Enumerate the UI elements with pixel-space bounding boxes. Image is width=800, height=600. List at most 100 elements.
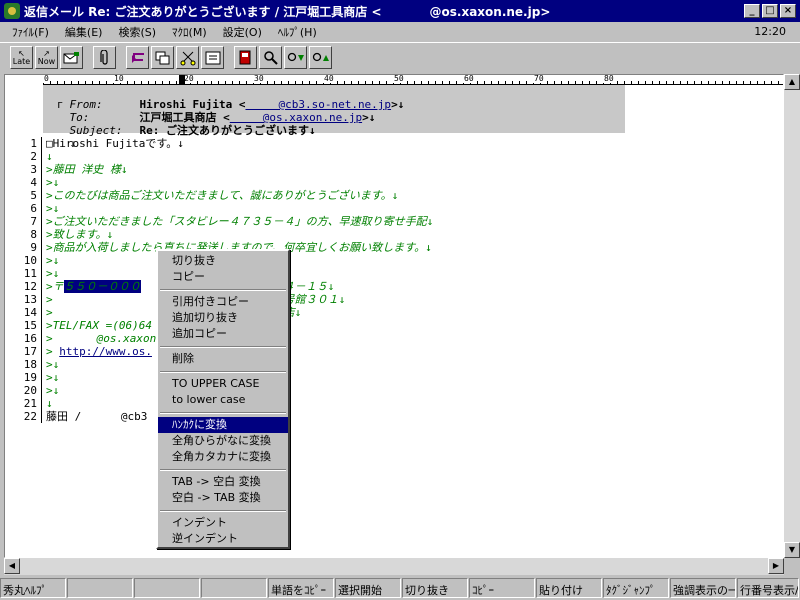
status-bar: 秀丸ﾍﾙﾌﾟ 単語をｺﾋﾟｰ 選択開始 切り抜き ｺﾋﾟｰ 貼り付け ﾀｸﾞｼﾞ… (0, 578, 800, 600)
status-select-start[interactable]: 選択開始 (335, 578, 401, 598)
search-down-button[interactable] (284, 46, 307, 69)
line-number: 10 (23, 254, 37, 267)
status-copy-word[interactable]: 単語をｺﾋﾟｰ (268, 578, 334, 598)
line-number-divider (41, 319, 42, 332)
line-number: 16 (23, 332, 37, 345)
hidemaru-app-icon[interactable] (4, 3, 20, 19)
ruler-tick: 40 (323, 74, 335, 83)
ctx-to-lower[interactable]: to lower case (158, 392, 288, 408)
ctx-tab-to-space[interactable]: TAB -> 空白 変換 (158, 474, 288, 490)
menu-macro[interactable]: ﾏｸﾛ(M) (164, 24, 215, 40)
ctx-to-hankaku[interactable]: ﾊﾝｶｸに変換 (158, 417, 288, 433)
status-cut[interactable]: 切り抜き (402, 578, 468, 598)
text-line[interactable]: 4 >↓ (5, 176, 783, 189)
ctx-append-copy[interactable]: 追加コピー (158, 326, 288, 342)
ctx-separator (158, 408, 288, 417)
url-link[interactable]: http://www.os. (59, 345, 152, 358)
late-button[interactable]: ↖ Late (10, 46, 33, 69)
text-editor[interactable]: 0 10 20 30 40 50 60 70 80 г From: Hiroshi … (4, 74, 784, 558)
maximize-button[interactable]: □ (762, 4, 778, 18)
vertical-scrollbar[interactable]: ▲ ▼ (784, 74, 800, 558)
now-button[interactable]: ↗ Now (35, 46, 58, 69)
ctx-to-zenkaku-hiragana[interactable]: 全角ひらがなに変換 (158, 433, 288, 449)
line-number: 4 (30, 176, 37, 189)
text-line[interactable]: 13 > ビル２号館３０１↓ (5, 293, 783, 306)
menu-settings[interactable]: 設定(O) (215, 24, 270, 40)
text-line[interactable]: 11 >↓ (5, 267, 783, 280)
status-empty-3[interactable] (201, 578, 267, 598)
search-icon (263, 50, 278, 65)
ctx-unindent[interactable]: 逆インデント (158, 531, 288, 547)
ctx-quote-copy[interactable]: 引用付きコピー (158, 294, 288, 310)
header-to-line: To: 江戸堀工具商店 < @os.xaxon.ne.jp>↓ (5, 98, 783, 124)
line-text: >致します。↓ (46, 228, 114, 241)
menu-edit[interactable]: 編集(E) (57, 24, 111, 40)
text-line[interactable]: 6 >↓ (5, 202, 783, 215)
text-line[interactable]: 16 > @os.xaxon (5, 332, 783, 345)
status-empty-2[interactable] (134, 578, 200, 598)
status-help[interactable]: 秀丸ﾍﾙﾌﾟ (0, 578, 66, 598)
status-tag-jump[interactable]: ﾀｸﾞｼﾞｬﾝﾌﾟ (603, 578, 669, 598)
now-icon: ↗ Now (37, 48, 56, 66)
text-line[interactable]: 2 ↓ (5, 150, 783, 163)
menu-file[interactable]: ﾌｧｲﾙ(F) (4, 24, 57, 40)
paste-button[interactable] (201, 46, 224, 69)
status-line-number[interactable]: 行番号表示/ (737, 578, 799, 598)
ctx-delete[interactable]: 削除 (158, 351, 288, 367)
copy-button[interactable] (151, 46, 174, 69)
text-line[interactable]: 20 >↓ (5, 384, 783, 397)
text-line[interactable]: 3 >藤田 洋史 様↓ (5, 163, 783, 176)
line-number: 12 (23, 280, 37, 293)
open-file-button[interactable] (234, 46, 257, 69)
scroll-left-button[interactable]: ◀ (4, 558, 20, 574)
ctx-space-to-tab[interactable]: 空白 -> TAB 変換 (158, 490, 288, 506)
status-empty-1[interactable] (67, 578, 133, 598)
text-line[interactable]: 12>〒５５０－０００ 堀１－２４－１５↓ (5, 280, 783, 293)
search-button[interactable] (259, 46, 282, 69)
undo-button[interactable] (126, 46, 149, 69)
text-line[interactable]: 1 □Hiroshi Fujitaです。↓ (5, 137, 783, 150)
text-line[interactable]: 22 藤田 / @cb3 (5, 410, 783, 423)
menu-help[interactable]: ﾍﾙﾌﾟ(H) (270, 24, 325, 40)
line-text: >↓ (46, 358, 60, 371)
menu-search[interactable]: 検索(S) (110, 24, 164, 40)
text-line[interactable]: 17> http://www.os. ↓ (5, 345, 783, 358)
scroll-down-button[interactable]: ▼ (784, 542, 800, 558)
text-line[interactable]: 10 >↓ (5, 254, 783, 267)
status-paste[interactable]: 貼り付け (536, 578, 602, 598)
close-button[interactable]: × (780, 4, 796, 18)
mail-send-button[interactable] (60, 46, 83, 69)
status-copy[interactable]: ｺﾋﾟｰ (469, 578, 535, 598)
title-bar[interactable]: 返信メール Re: ご注文ありがとうございます / 江戸堀工具商店 < @os.… (0, 0, 800, 22)
scroll-right-button[interactable]: ▶ (768, 558, 784, 574)
text-line[interactable]: 19 >↓ (5, 371, 783, 384)
ctx-to-zenkaku-katakana[interactable]: 全角カタカナに変換 (158, 449, 288, 465)
line-text: 藤田 / @cb3 (46, 410, 148, 423)
text-line[interactable]: 21 ↓ (5, 397, 783, 410)
text-line[interactable]: 5 >このたびは商品ご注文いただきまして、誠にありがとうございます。↓ (5, 189, 783, 202)
attach-button[interactable] (93, 46, 116, 69)
ctx-indent[interactable]: インデント (158, 515, 288, 531)
search-up-button[interactable] (309, 46, 332, 69)
line-text: >↓ (46, 254, 60, 267)
text-line[interactable]: 7 >ご注文いただきました「スタビレー４７３５－４」の方、早速取り寄せ手配↓ (5, 215, 783, 228)
line-number: 15 (23, 319, 37, 332)
horizontal-scrollbar[interactable]: ◀ ▶ (4, 558, 784, 575)
scroll-up-button[interactable]: ▲ (784, 74, 800, 90)
text-line[interactable]: 9 >商品が入荷しましたら直ちに発送しますので、何卒宜しくお願い致します。↓ (5, 241, 783, 254)
cut-button[interactable] (176, 46, 199, 69)
ctx-copy[interactable]: コピー (158, 269, 288, 285)
ctx-separator (158, 506, 288, 515)
minimize-button[interactable]: _ (744, 4, 760, 18)
text-line[interactable]: 14> 工具商店↓ (5, 306, 783, 319)
text-line[interactable]: 18 >↓ (5, 358, 783, 371)
ctx-to-upper[interactable]: TO UPPER CASE (158, 376, 288, 392)
window-title: 返信メール Re: ご注文ありがとうございます / 江戸堀工具商店 < @os.… (24, 4, 551, 19)
ctx-cut[interactable]: 切り抜き (158, 253, 288, 269)
status-highlight[interactable]: 強調表示の一 (670, 578, 736, 598)
line-number-divider (41, 345, 42, 358)
text-line[interactable]: 8 >致します。↓ (5, 228, 783, 241)
text-line[interactable]: 15 >TEL/FAX =(06)64 (5, 319, 783, 332)
line-number-divider (41, 150, 42, 163)
ctx-append-cut[interactable]: 追加切り抜き (158, 310, 288, 326)
